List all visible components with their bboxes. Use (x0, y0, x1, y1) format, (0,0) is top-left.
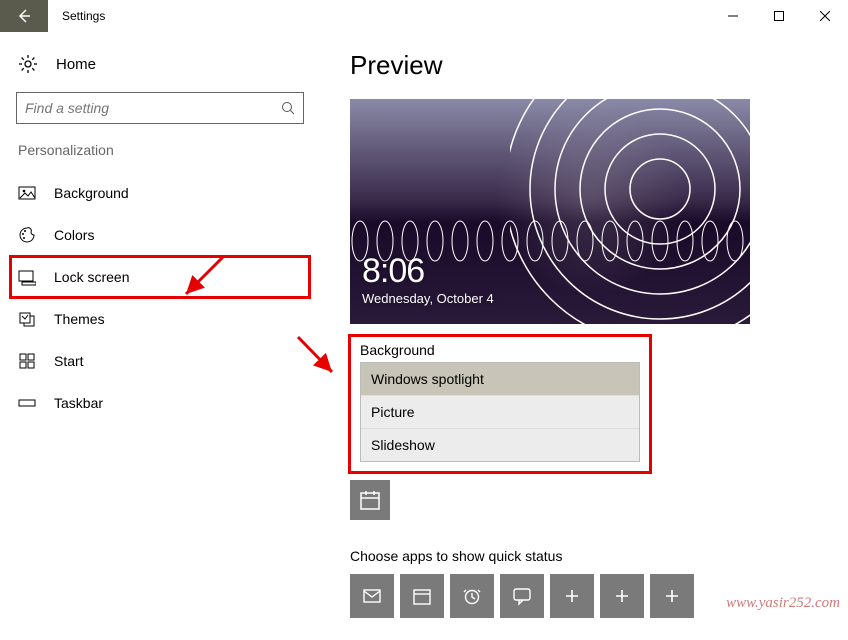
sidebar-section-label: Personalization (10, 142, 310, 172)
quick-status-add-button[interactable] (550, 574, 594, 618)
taskbar-icon (18, 394, 36, 412)
sidebar-item-label: Themes (54, 311, 105, 327)
preview-time: 8:06 (362, 252, 494, 291)
search-input-container[interactable] (16, 92, 304, 124)
add-icon (662, 586, 682, 606)
sidebar-item-background[interactable]: Background (10, 172, 310, 214)
sidebar-item-lock-screen[interactable]: Lock screen (10, 256, 310, 298)
sidebar-item-themes[interactable]: Themes (10, 298, 310, 340)
window-title: Settings (48, 0, 105, 32)
quick-status-add-button[interactable] (650, 574, 694, 618)
search-input[interactable] (25, 100, 281, 116)
sidebar-item-label: Taskbar (54, 395, 103, 411)
gear-icon (18, 54, 38, 74)
titlebar: Settings (0, 0, 848, 32)
back-button[interactable] (0, 0, 48, 32)
background-option[interactable]: Slideshow (361, 429, 639, 461)
picture-icon (18, 184, 36, 202)
background-dropdown-options: Windows spotlight Picture Slideshow (360, 362, 640, 462)
themes-icon (18, 310, 36, 328)
search-icon (281, 101, 295, 115)
close-button[interactable] (802, 0, 848, 32)
quick-status-button[interactable] (400, 574, 444, 618)
sidebar-item-label: Lock screen (54, 269, 129, 285)
sidebar-home-label: Home (56, 56, 96, 73)
sidebar-item-start[interactable]: Start (10, 340, 310, 382)
background-option[interactable]: Windows spotlight (361, 363, 639, 396)
quick-status-add-button[interactable] (600, 574, 644, 618)
background-option[interactable]: Picture (361, 396, 639, 429)
alarm-icon (462, 586, 482, 606)
mail-icon (362, 586, 382, 606)
annotation-arrow (290, 332, 340, 382)
sidebar-item-taskbar[interactable]: Taskbar (10, 382, 310, 424)
calendar-icon (359, 489, 381, 511)
preview-heading: Preview (350, 50, 824, 81)
sidebar-item-colors[interactable]: Colors (10, 214, 310, 256)
maximize-icon (774, 11, 784, 21)
quick-status-button[interactable] (500, 574, 544, 618)
watermark: www.yasir252.com (726, 595, 840, 612)
minimize-icon (728, 11, 738, 21)
detailed-status-app-button[interactable] (350, 480, 390, 520)
preview-arcs (510, 99, 750, 324)
sidebar-item-label: Background (54, 185, 129, 201)
sidebar: Home Personalization Background Colors L… (0, 32, 320, 640)
sidebar-home[interactable]: Home (10, 46, 310, 92)
maximize-button[interactable] (756, 0, 802, 32)
preview-date: Wednesday, October 4 (362, 291, 494, 306)
messaging-icon (512, 586, 532, 606)
quick-status-button[interactable] (350, 574, 394, 618)
calendar-icon (412, 586, 432, 606)
lock-screen-preview: 8:06 Wednesday, October 4 (350, 99, 750, 324)
arrow-left-icon (16, 8, 32, 24)
sidebar-item-label: Colors (54, 227, 94, 243)
add-icon (562, 586, 582, 606)
quick-status-button[interactable] (450, 574, 494, 618)
annotation-arrow (178, 252, 228, 302)
close-icon (820, 11, 830, 21)
content: Preview 8:06 Wednesday, October 4 Backgr… (320, 32, 848, 640)
background-section: Background Windows spotlight Picture Sli… (350, 336, 650, 472)
start-icon (18, 352, 36, 370)
sidebar-item-label: Start (54, 353, 84, 369)
preview-clock: 8:06 Wednesday, October 4 (362, 252, 494, 306)
minimize-button[interactable] (710, 0, 756, 32)
add-icon (612, 586, 632, 606)
quick-status-label: Choose apps to show quick status (350, 548, 824, 564)
palette-icon (18, 226, 36, 244)
lock-screen-icon (18, 268, 36, 286)
background-label: Background (360, 342, 640, 358)
